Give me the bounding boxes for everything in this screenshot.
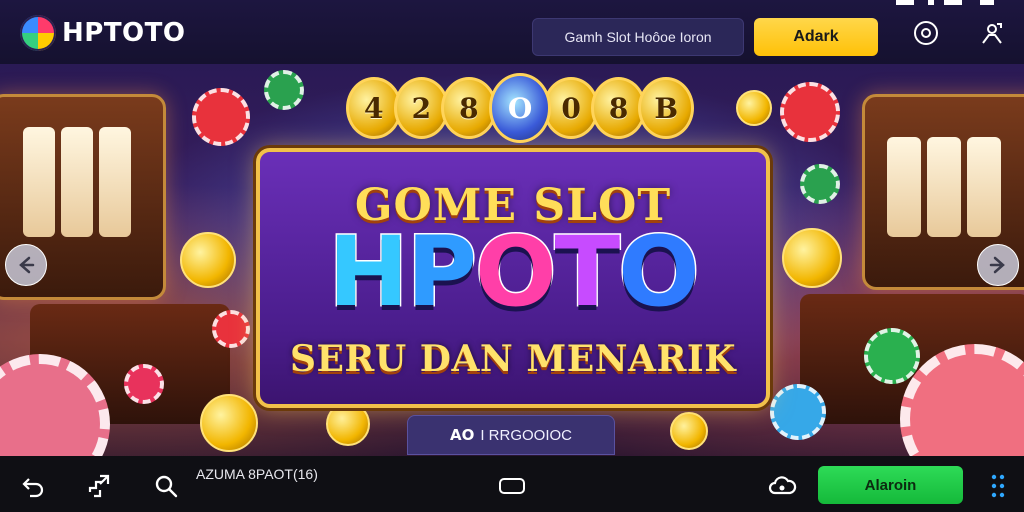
grid-dots-icon[interactable] bbox=[982, 470, 1014, 502]
medal: B bbox=[638, 77, 695, 139]
title-panel: GOME SLOT HPOTO SERU DAN MENARIK bbox=[256, 148, 770, 408]
casino-chip bbox=[800, 164, 840, 204]
gold-coin bbox=[180, 232, 236, 288]
next-slide-button[interactable] bbox=[977, 244, 1019, 286]
gold-coin bbox=[782, 228, 842, 288]
share-icon[interactable] bbox=[84, 470, 116, 502]
panel-subtitle: SERU DAN MENARIK bbox=[289, 338, 737, 380]
settings-cloud-icon[interactable] bbox=[766, 470, 798, 502]
bottom-status-text: AZUMA 8PAOT(16) bbox=[196, 466, 318, 482]
gold-coin bbox=[200, 394, 258, 452]
casino-chip bbox=[864, 328, 920, 384]
number-medals: 4 2 8 O 0 8 B bbox=[346, 73, 695, 143]
top-bar: HPTOTO Gamh Slot Hoôoe Ioron Adark bbox=[0, 0, 1024, 64]
casino-chip bbox=[770, 384, 826, 440]
search-icon[interactable] bbox=[150, 470, 182, 502]
status-indicator-icon bbox=[896, 0, 994, 5]
caption-text: I RRGOOIOC bbox=[480, 426, 573, 444]
casino-chip bbox=[212, 310, 250, 348]
register-button[interactable]: Adark bbox=[754, 18, 878, 56]
title-letter: O bbox=[474, 216, 559, 328]
prev-slide-button[interactable] bbox=[5, 244, 47, 286]
logo-text: HPTOTO bbox=[62, 18, 186, 48]
site-logo[interactable]: HPTOTO bbox=[20, 15, 186, 51]
title-letter: T bbox=[553, 216, 622, 328]
casino-chip bbox=[124, 364, 164, 404]
caption-logo: AO bbox=[449, 426, 475, 444]
search-button[interactable]: Gamh Slot Hoôoe Ioron bbox=[532, 18, 744, 56]
logo-ball-icon bbox=[20, 15, 56, 51]
gold-coin bbox=[670, 412, 708, 450]
back-icon[interactable] bbox=[17, 470, 49, 502]
user-share-icon[interactable] bbox=[977, 18, 1007, 48]
title-letter: O bbox=[617, 216, 702, 328]
location-pin-icon[interactable] bbox=[911, 18, 941, 48]
title-letter: P bbox=[405, 216, 478, 328]
login-button[interactable]: Alaroin bbox=[818, 466, 963, 504]
casino-chip bbox=[780, 82, 840, 142]
chevron-right-icon bbox=[989, 256, 1005, 274]
home-pill-icon[interactable] bbox=[496, 470, 528, 502]
title-letter: H bbox=[327, 216, 410, 328]
gold-coin bbox=[326, 402, 370, 446]
banner-caption[interactable]: AO I RRGOOIOC bbox=[407, 415, 615, 455]
chevron-left-icon bbox=[19, 256, 35, 274]
hero-banner[interactable]: 4 2 8 O 0 8 B GOME SLOT HPOTO SERU DAN M… bbox=[0, 64, 1024, 456]
medal-center: O bbox=[488, 73, 552, 143]
casino-chip bbox=[264, 70, 304, 110]
gold-coin bbox=[736, 90, 772, 126]
casino-chip bbox=[192, 88, 250, 146]
panel-big-title: HPOTO bbox=[260, 216, 766, 328]
